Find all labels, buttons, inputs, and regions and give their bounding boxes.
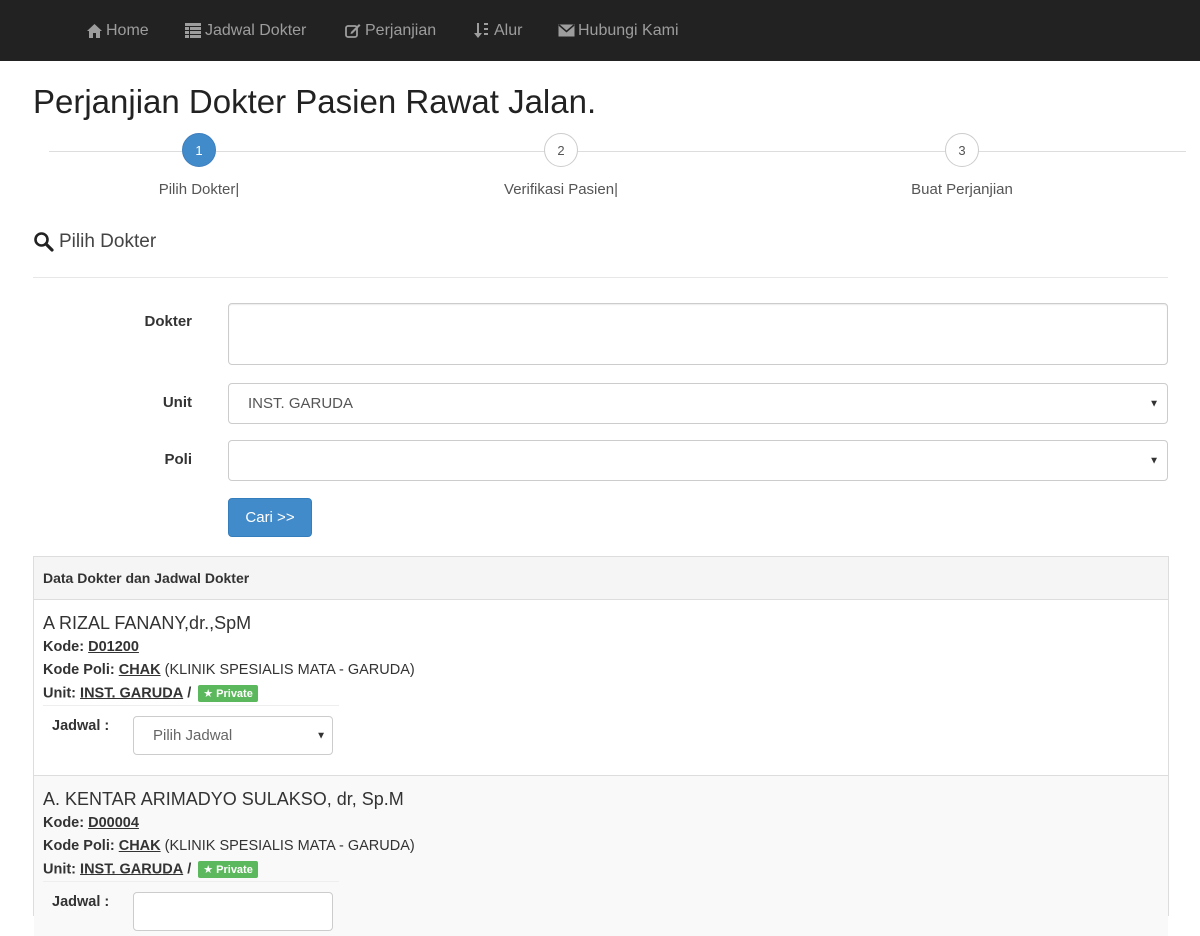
star-icon: ★ bbox=[203, 864, 214, 876]
doctor-kode: Kode: D01200 bbox=[43, 639, 139, 655]
section-divider bbox=[33, 277, 1168, 278]
doctor-unit: Unit: INST. GARUDA / ★ Private bbox=[43, 685, 258, 702]
doctor-panel: Data Dokter dan Jadwal Dokter A RIZAL FA… bbox=[33, 556, 1169, 936]
doctor-name: A. KENTAR ARIMADYO SULAKSO, dr, Sp.M bbox=[43, 789, 404, 809]
search-icon bbox=[33, 231, 55, 253]
unit-select[interactable]: INST. GARUDA ▼ bbox=[228, 383, 1168, 424]
poli-name: (KLINIK SPESIALIS MATA - GARUDA) bbox=[164, 838, 415, 854]
section-heading: Pilih Dokter bbox=[33, 231, 156, 253]
cari-button[interactable]: Cari >> bbox=[228, 498, 312, 537]
doctor-kode-poli: Kode Poli: CHAK (KLINIK SPESIALIS MATA -… bbox=[43, 662, 415, 678]
sort-icon bbox=[473, 22, 491, 40]
poli-label: Poli bbox=[164, 451, 192, 468]
unit-separator: / bbox=[187, 685, 192, 702]
jadwal-divider bbox=[43, 705, 339, 706]
private-badge: ★ Private bbox=[198, 685, 258, 702]
nav-hubungi-kami-label: Hubungi Kami bbox=[578, 21, 679, 39]
step-1-label: Pilih Dokter| bbox=[158, 181, 240, 198]
nav-perjanjian[interactable]: Perjanjian bbox=[344, 0, 436, 61]
poli-name: (KLINIK SPESIALIS MATA - GARUDA) bbox=[164, 662, 415, 678]
private-badge: ★ Private bbox=[198, 861, 258, 878]
kode-poli-label: Kode Poli: bbox=[43, 838, 115, 854]
panel-title: Data Dokter dan Jadwal Dokter bbox=[34, 557, 1168, 600]
jadwal-select[interactable] bbox=[133, 892, 333, 931]
unit-separator: / bbox=[187, 861, 192, 878]
step-2-circle[interactable]: 2 bbox=[544, 133, 578, 167]
envelope-icon bbox=[557, 22, 575, 40]
kode-poli-value: CHAK bbox=[118, 662, 161, 678]
unit-label: Unit bbox=[162, 394, 192, 411]
doctor-row: A. KENTAR ARIMADYO SULAKSO, dr, Sp.M Kod… bbox=[34, 776, 1168, 936]
caret-down-icon: ▼ bbox=[316, 730, 326, 741]
nav-home-label: Home bbox=[106, 21, 149, 39]
kode-poli-value: CHAK bbox=[118, 838, 161, 854]
nav-alur[interactable]: Alur bbox=[473, 0, 522, 61]
kode-poli-label: Kode Poli: bbox=[43, 662, 115, 678]
stepper-line bbox=[49, 151, 1186, 152]
badge-label: Private bbox=[216, 687, 253, 700]
star-icon: ★ bbox=[203, 688, 214, 700]
edit-icon bbox=[344, 22, 362, 40]
doctor-kode: Kode: D00004 bbox=[43, 815, 139, 831]
nav-jadwal-dokter-label: Jadwal Dokter bbox=[205, 21, 307, 39]
unit-value: INST. GARUDA bbox=[80, 685, 184, 702]
nav-perjanjian-label: Perjanjian bbox=[365, 21, 437, 39]
dokter-input[interactable] bbox=[228, 303, 1168, 365]
jadwal-select[interactable]: Pilih Jadwal ▼ bbox=[133, 716, 333, 755]
section-title: Pilih Dokter bbox=[59, 231, 157, 252]
kode-label: Kode: bbox=[43, 815, 85, 831]
step-3-circle[interactable]: 3 bbox=[945, 133, 979, 167]
step-1-circle[interactable]: 1 bbox=[182, 133, 216, 167]
unit-label: Unit: bbox=[43, 861, 77, 878]
jadwal-divider bbox=[43, 881, 339, 882]
jadwal-select-value: Pilih Jadwal bbox=[153, 727, 233, 744]
unit-select-value: INST. GARUDA bbox=[248, 395, 354, 412]
dokter-label: Dokter bbox=[144, 313, 192, 330]
doctor-row: A RIZAL FANANY,dr.,SpM Kode: D01200 Kode… bbox=[34, 600, 1168, 776]
caret-down-icon: ▼ bbox=[1149, 398, 1159, 409]
doctor-name: A RIZAL FANANY,dr.,SpM bbox=[43, 613, 252, 633]
nav-hubungi-kami[interactable]: Hubungi Kami bbox=[557, 0, 679, 61]
kode-value: D01200 bbox=[88, 639, 139, 655]
step-3-label: Buat Perjanjian bbox=[911, 181, 1013, 198]
table-icon bbox=[184, 22, 202, 40]
navbar: Home Jadwal Dokter Perjanjian Alur Hubun… bbox=[0, 0, 1200, 61]
jadwal-label: Jadwal : bbox=[52, 718, 110, 734]
jadwal-label: Jadwal : bbox=[52, 894, 110, 910]
poli-select[interactable]: ▼ bbox=[228, 440, 1168, 481]
kode-label: Kode: bbox=[43, 639, 85, 655]
unit-label: Unit: bbox=[43, 685, 77, 702]
step-2-label: Verifikasi Pasien| bbox=[504, 181, 618, 198]
nav-alur-label: Alur bbox=[494, 21, 523, 39]
kode-value: D00004 bbox=[88, 815, 139, 831]
caret-down-icon: ▼ bbox=[1149, 455, 1159, 466]
doctor-unit: Unit: INST. GARUDA / ★ Private bbox=[43, 861, 258, 878]
doctor-kode-poli: Kode Poli: CHAK (KLINIK SPESIALIS MATA -… bbox=[43, 838, 415, 854]
unit-value: INST. GARUDA bbox=[80, 861, 184, 878]
nav-jadwal-dokter[interactable]: Jadwal Dokter bbox=[184, 0, 306, 61]
home-icon bbox=[85, 22, 103, 40]
badge-label: Private bbox=[216, 863, 253, 876]
nav-home[interactable]: Home bbox=[85, 0, 149, 61]
page-title: Perjanjian Dokter Pasien Rawat Jalan. bbox=[33, 83, 597, 120]
